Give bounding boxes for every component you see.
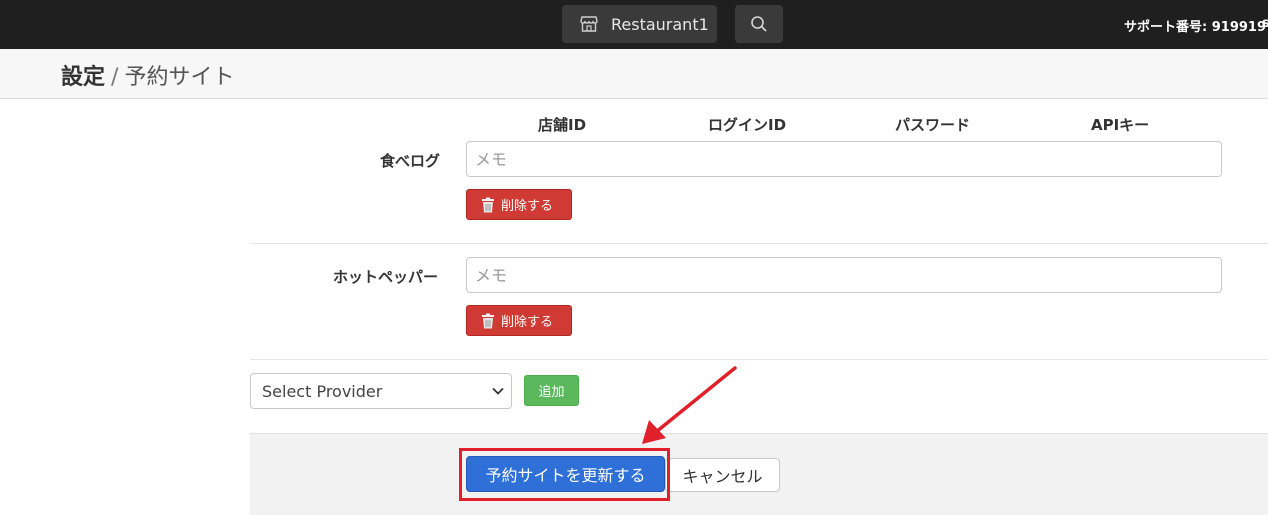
site-label-hotpepper: ホットペッパー bbox=[333, 268, 439, 286]
support-edge-glyph: s bbox=[1262, 16, 1268, 31]
chevron-down-icon bbox=[492, 387, 504, 395]
column-header-login-id: ログインID bbox=[708, 116, 787, 134]
search-icon bbox=[751, 16, 767, 32]
delete-button-label: 削除する bbox=[501, 315, 554, 330]
top-navigation-bar: Restaurant1 サポート番号: 919919 s bbox=[0, 0, 1268, 49]
column-header-api-key: APIキー bbox=[1091, 116, 1150, 134]
delete-button-hotpepper[interactable]: 削除する bbox=[466, 305, 572, 336]
restaurant-name: Restaurant1 bbox=[611, 14, 709, 34]
page-header: 設定 / 予約サイト bbox=[0, 49, 1268, 99]
add-provider-button[interactable]: 追加 bbox=[524, 375, 579, 406]
column-header-store-id: 店舗ID bbox=[538, 116, 587, 134]
memo-input-tabelog[interactable] bbox=[466, 141, 1222, 177]
site-label-tabelog: 食べログ bbox=[380, 152, 441, 170]
trash-icon bbox=[482, 197, 494, 212]
row-divider bbox=[250, 243, 1268, 244]
page-title: 予約サイト bbox=[124, 65, 235, 90]
cancel-button[interactable]: キャンセル bbox=[665, 458, 780, 492]
store-icon bbox=[580, 16, 598, 32]
memo-input-hotpepper[interactable] bbox=[466, 257, 1222, 293]
support-number: サポート番号: 919919 bbox=[1124, 20, 1266, 35]
search-button[interactable] bbox=[735, 5, 783, 43]
delete-button-label: 削除する bbox=[501, 199, 554, 214]
trash-icon bbox=[482, 313, 494, 328]
row-divider bbox=[250, 359, 1268, 360]
column-header-password: パスワード bbox=[895, 116, 971, 134]
annotation-arrow-icon bbox=[642, 366, 737, 444]
annotation-highlight-box bbox=[459, 448, 670, 501]
provider-select[interactable]: Select Provider bbox=[250, 373, 512, 409]
restaurant-switcher-button[interactable]: Restaurant1 bbox=[562, 5, 717, 43]
delete-button-tabelog[interactable]: 削除する bbox=[466, 189, 572, 220]
breadcrumb-section[interactable]: 設定 bbox=[61, 65, 105, 90]
provider-select-value: Select Provider bbox=[262, 381, 383, 401]
breadcrumb: 設定 / 予約サイト bbox=[61, 59, 234, 91]
breadcrumb-separator: / bbox=[111, 65, 119, 90]
